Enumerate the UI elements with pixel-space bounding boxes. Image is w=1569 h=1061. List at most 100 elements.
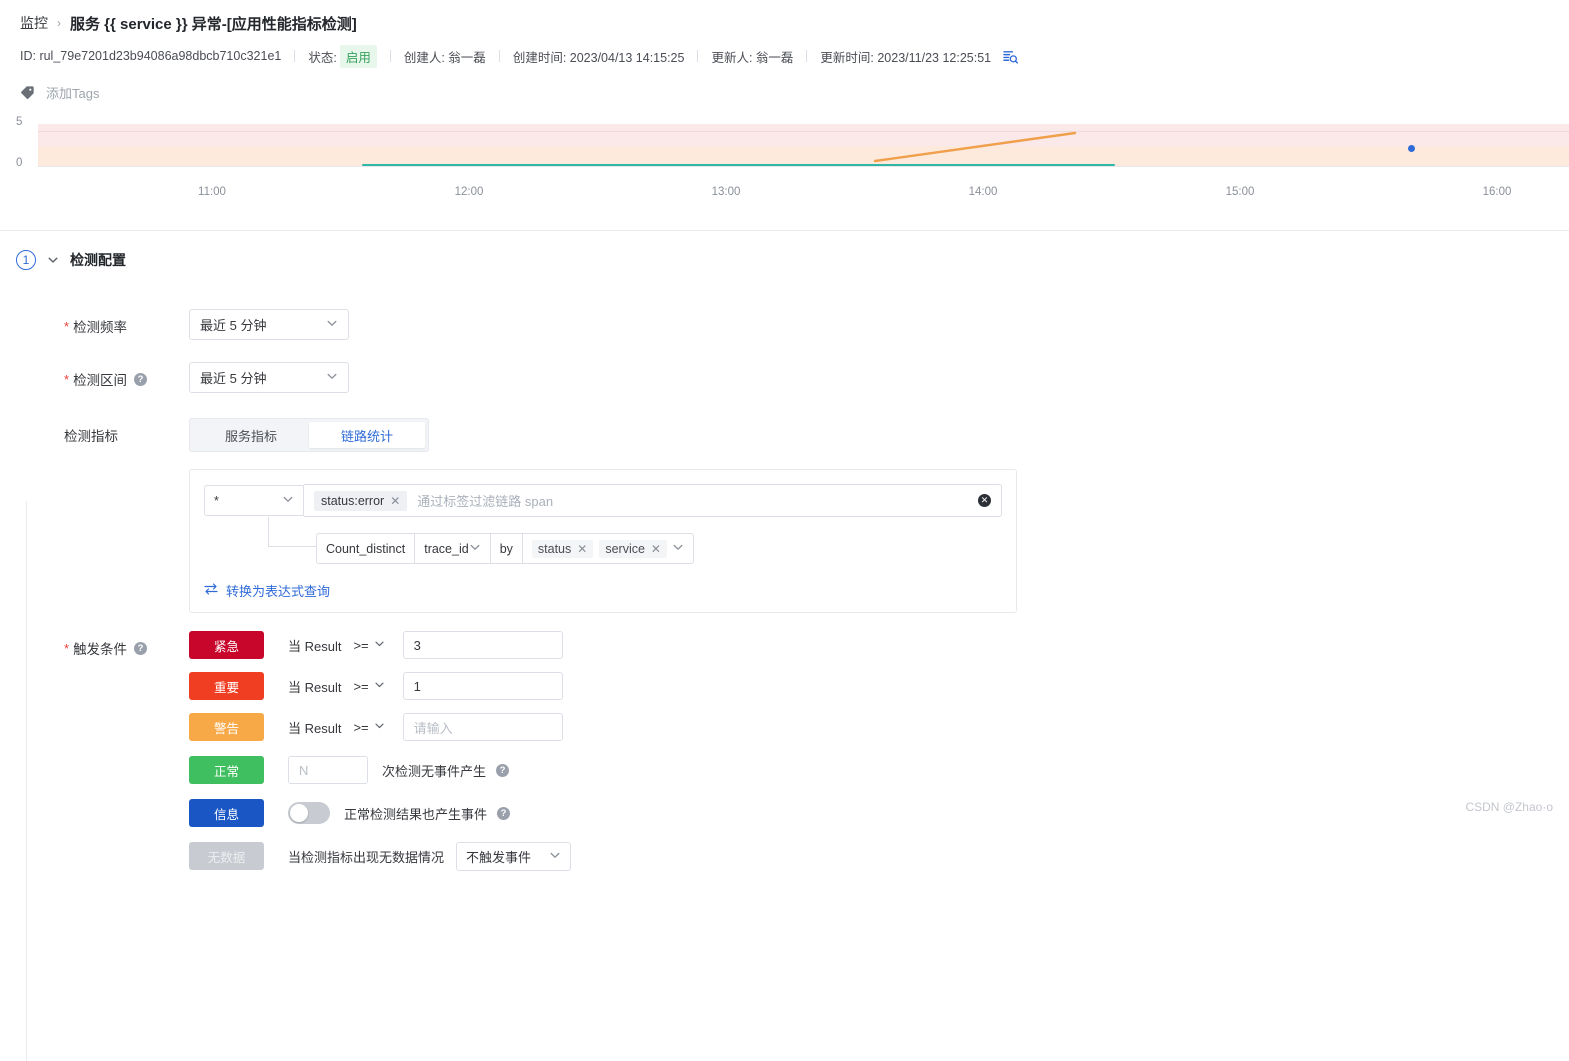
form-row-interval: * 检测区间 ? 最近 5 分钟 (64, 362, 1569, 393)
close-icon[interactable]: ✕ (390, 494, 400, 508)
meta-divider (498, 50, 500, 62)
trigger-row-warning: 警告 当 Result >= 请输入 (189, 713, 571, 741)
normal-event-toggle[interactable] (288, 802, 330, 824)
section-header[interactable]: 1 检测配置 (16, 243, 1569, 277)
query-filter-input[interactable]: status:error ✕ 通过标签过滤链路 span ✕ (304, 484, 1002, 517)
query-filter-row: * status:error ✕ 通过标签过滤链路 span ✕ (204, 484, 1002, 517)
trigger-label-text: 触发条件 (73, 642, 128, 657)
help-icon[interactable]: ? (134, 372, 148, 386)
section-title: 检测配置 (70, 252, 126, 268)
section-divider (0, 230, 1569, 231)
breadcrumb-separator-icon: › (57, 16, 61, 30)
close-icon[interactable]: ✕ (651, 542, 661, 556)
breadcrumb: 监控 › 服务 {{ service }} 异常-[应用性能指标检测] (20, 10, 1549, 36)
threshold-input-urgent[interactable]: 3 (402, 631, 563, 659)
tags-row[interactable]: 添加Tags (20, 81, 1549, 103)
history-search-icon[interactable] (1003, 49, 1019, 64)
filter-placeholder: 通过标签过滤链路 span (417, 494, 554, 509)
trigger-row-urgent: 紧急 当 Result >= 3 (189, 631, 571, 659)
form-row-frequency: * 检测频率 最近 5 分钟 (64, 309, 1569, 340)
meta-divider (294, 50, 296, 62)
step-number-badge: 1 (16, 250, 36, 270)
chevron-down-icon (282, 493, 294, 508)
condition-prefix: 当 Result (288, 679, 342, 695)
nodata-action-value: 不触发事件 (466, 849, 532, 865)
watermark: CSDN @Zhao·o (1465, 800, 1553, 814)
clear-icon[interactable]: ✕ (978, 494, 991, 507)
add-tags-placeholder[interactable]: 添加Tags (46, 83, 99, 102)
event-point-dot[interactable] (1408, 145, 1415, 152)
chevron-down-icon (672, 541, 684, 556)
help-icon[interactable]: ? (134, 641, 148, 655)
section-rail (26, 501, 27, 1061)
operator-value: >= (353, 678, 369, 694)
nodata-action-select[interactable]: 不触发事件 (456, 841, 572, 871)
recovery-suffix: 次检测无事件产生 ? (382, 761, 510, 780)
query-source-value: * (214, 493, 219, 508)
severity-badge-normal[interactable]: 正常 (189, 756, 264, 784)
group-by-chip-status[interactable]: status ✕ (531, 539, 594, 558)
help-icon[interactable]: ? (497, 806, 511, 820)
by-label: by (490, 533, 523, 564)
group-by-select[interactable]: status ✕ service ✕ (522, 533, 694, 564)
severity-badge-important[interactable]: 重要 (189, 672, 264, 700)
threshold-preview-chart: 5 0 11:00 12:00 13:00 14:00 15:00 16:00 (0, 116, 1569, 208)
trigger-row-important: 重要 当 Result >= 1 (189, 672, 571, 700)
operator-select-urgent[interactable]: >= (353, 638, 384, 653)
close-icon[interactable]: ✕ (577, 542, 587, 556)
metric-label-text: 检测指标 (64, 429, 118, 444)
threshold-input-important[interactable]: 1 (402, 672, 563, 700)
detection-config-section: 1 检测配置 * 检测频率 最近 5 分钟 * 检测区间 ? 最近 5 分钟 检… (0, 243, 1569, 1061)
severity-badge-warning[interactable]: 警告 (189, 713, 264, 741)
tag-icon (20, 85, 35, 100)
operator-value: >= (353, 719, 369, 735)
form-row-metric: 检测指标 服务指标 链路统计 * status:error ✕ 通过标签过滤链路… (64, 418, 1569, 613)
group-by-chip-label: status (537, 541, 572, 556)
recovery-count-input[interactable]: N (288, 756, 368, 784)
operator-value: >= (353, 637, 369, 653)
required-asterisk: * (64, 640, 70, 656)
field-select[interactable]: trace_id (415, 533, 491, 564)
filter-chip-status-error[interactable]: status:error ✕ (314, 490, 408, 511)
chevron-down-icon (326, 370, 338, 385)
group-by-chip-service[interactable]: service ✕ (599, 539, 667, 558)
query-source-select[interactable]: * (204, 485, 304, 516)
x-axis-tick: 15:00 (1225, 186, 1255, 198)
interval-select[interactable]: 最近 5 分钟 (189, 362, 349, 393)
operator-select-warning[interactable]: >= (353, 720, 384, 735)
tab-service-metrics[interactable]: 服务指标 (193, 422, 309, 448)
aggregator-select[interactable]: Count_distinct (316, 533, 416, 564)
interval-select-value: 最近 5 分钟 (200, 371, 267, 386)
severity-badge-urgent[interactable]: 紧急 (189, 631, 264, 659)
interval-label-text: 检测区间 (73, 373, 128, 388)
y-axis-tick-0: 0 (16, 157, 23, 169)
interval-label: * 检测区间 ? (64, 362, 189, 389)
frequency-select[interactable]: 最近 5 分钟 (189, 309, 349, 340)
tab-trace-stats[interactable]: 链路统计 (309, 422, 425, 448)
condition-prefix: 当 Result (288, 720, 342, 736)
convert-to-expression-link[interactable]: 转换为表达式查询 (204, 581, 330, 600)
trigger-row-info: 信息 正常检测结果也产生事件 ? (189, 799, 571, 827)
x-axis: 11:00 12:00 13:00 14:00 15:00 16:00 (38, 186, 1569, 202)
query-aggregation-row: Count_distinct trace_id by status ✕ serv… (316, 533, 694, 564)
x-axis-tick: 13:00 (711, 186, 741, 198)
help-icon[interactable]: ? (496, 763, 510, 777)
updated-time: 更新时间: 2023/11/23 12:25:51 (820, 50, 992, 65)
chevron-down-icon (549, 849, 561, 864)
query-connector-line (268, 517, 316, 547)
series-line-urgent (873, 131, 1077, 163)
page-title: 服务 {{ service }} 异常-[应用性能指标检测] (70, 15, 357, 33)
chevron-down-icon[interactable] (47, 254, 59, 266)
nodata-prefix: 当检测指标出现无数据情况 (288, 849, 445, 865)
threshold-input-warning[interactable]: 请输入 (402, 713, 563, 741)
detection-config-form: * 检测频率 最近 5 分钟 * 检测区间 ? 最近 5 分钟 检测指标 服务指… (16, 277, 1569, 871)
chevron-down-icon (326, 317, 338, 332)
trigger-row-nodata: 无数据 当检测指标出现无数据情况 不触发事件 (189, 841, 572, 871)
group-by-chip-label: service (605, 541, 645, 556)
creator: 创建人: 翁一磊 (403, 50, 486, 65)
breadcrumb-root-link[interactable]: 监控 (20, 13, 48, 33)
form-row-trigger: * 触发条件 ? 紧急 当 Result >= 3 重要 当 Result >=… (64, 631, 1569, 871)
operator-select-important[interactable]: >= (353, 679, 384, 694)
chart-plot-area (38, 124, 1569, 172)
severity-badge-info[interactable]: 信息 (189, 799, 264, 827)
